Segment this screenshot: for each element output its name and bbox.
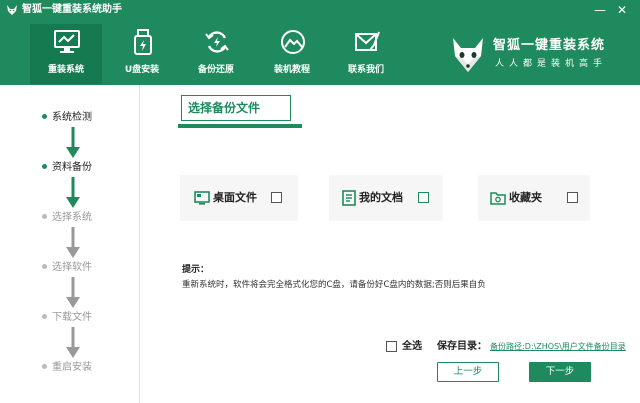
arrow-down-icon [66,227,80,258]
step-label: 选择软件 [52,262,92,273]
step-label: 选择系统 [52,212,92,223]
brand-slogan: 人人都是装机高手 [495,59,608,69]
nav-label: U盘安装 [124,65,160,75]
option-label: 桌面文件 [213,191,257,204]
arrow-down-icon [66,277,80,308]
section-title-box: 选择备份文件 [181,95,291,121]
monitor-icon [54,30,80,53]
nav-label: 重装系统 [47,65,84,75]
option-checkbox[interactable] [567,192,578,203]
favorites-folder-icon [490,192,506,205]
option-checkbox[interactable] [418,192,429,203]
nav-item-contact[interactable]: 联系我们 [330,24,402,84]
step-select-system: 选择系统 [42,211,92,225]
save-directory-link[interactable]: 备份路径:D:\ZHOS\用户文件备份目录 [490,341,626,352]
mountain-image-icon [281,30,305,54]
refresh-icon [205,31,229,53]
brand-name: 智狐一键重装系统 [493,38,606,53]
select-all-checkbox[interactable] [386,341,397,352]
step-dot [42,213,47,219]
step-label: 系统检测 [52,112,92,123]
save-directory-label: 保存目录： [437,341,487,352]
desktop-icon [194,191,210,205]
previous-step-button[interactable]: 上一步 [437,362,499,382]
arrow-down-icon [66,327,80,358]
section-title: 选择备份文件 [188,101,261,115]
fox-logo-icon [7,5,17,15]
step-label: 下载文件 [52,312,92,323]
step-label: 资料备份 [52,162,92,173]
nav-label: 装机教程 [273,65,310,75]
step-system-check: 系统检测 [42,111,92,125]
app-title: 智狐一键重装系统助手 [22,4,122,15]
backup-option-desktop[interactable]: 桌面文件 [180,175,298,221]
backup-option-favorites[interactable]: 收藏夹 [478,175,590,221]
mail-icon [355,31,380,51]
step-dot [42,263,47,269]
step-reboot-install: 重启安装 [42,361,92,375]
section-underline [178,124,302,128]
document-icon [342,190,356,206]
backup-option-documents[interactable]: 我的文档 [329,175,443,221]
step-dot [42,363,47,369]
nav-label: 联系我们 [347,65,384,75]
step-download-files: 下载文件 [42,311,92,325]
nav-item-tutorials[interactable]: 装机教程 [256,24,328,84]
step-dot [42,113,47,119]
step-dot [42,163,47,169]
title-bar: 智狐一键重装系统助手 — ✕ [0,0,640,20]
step-label: 重启安装 [52,362,92,373]
option-label: 我的文档 [359,191,403,204]
usb-drive-icon [134,29,152,55]
nav-label: 备份还原 [197,65,234,75]
app-header: 智狐一键重装系统助手 — ✕ 重装系统 U盘安装 备份还原 装机教程 联系我们 … [0,0,640,85]
step-dot [42,313,47,319]
select-all-label: 全选 [402,341,422,352]
tip-text: 重新系统时，软件将会完全格式化您的C盘，请备份好C盘内的数据;否则后果自负 [182,280,486,290]
nav-item-usb-install[interactable]: U盘安装 [106,24,178,84]
option-label: 收藏夹 [509,191,542,204]
step-select-software: 选择软件 [42,261,92,275]
minimize-button[interactable]: — [592,2,608,18]
arrow-down-icon [66,127,80,158]
option-checkbox[interactable] [271,192,282,203]
tip-title: 提示： [182,265,210,275]
fox-mascot-icon [453,38,483,72]
nav-item-backup-restore[interactable]: 备份还原 [180,24,252,84]
next-step-button[interactable]: 下一步 [529,362,591,382]
arrow-down-icon [66,177,80,208]
step-sidebar: 系统检测 资料备份 选择系统 选择软件 下载文件 重启安装 [0,85,140,403]
nav-item-reinstall[interactable]: 重装系统 [30,24,102,84]
step-data-backup: 资料备份 [42,161,92,175]
close-button[interactable]: ✕ [614,2,630,18]
